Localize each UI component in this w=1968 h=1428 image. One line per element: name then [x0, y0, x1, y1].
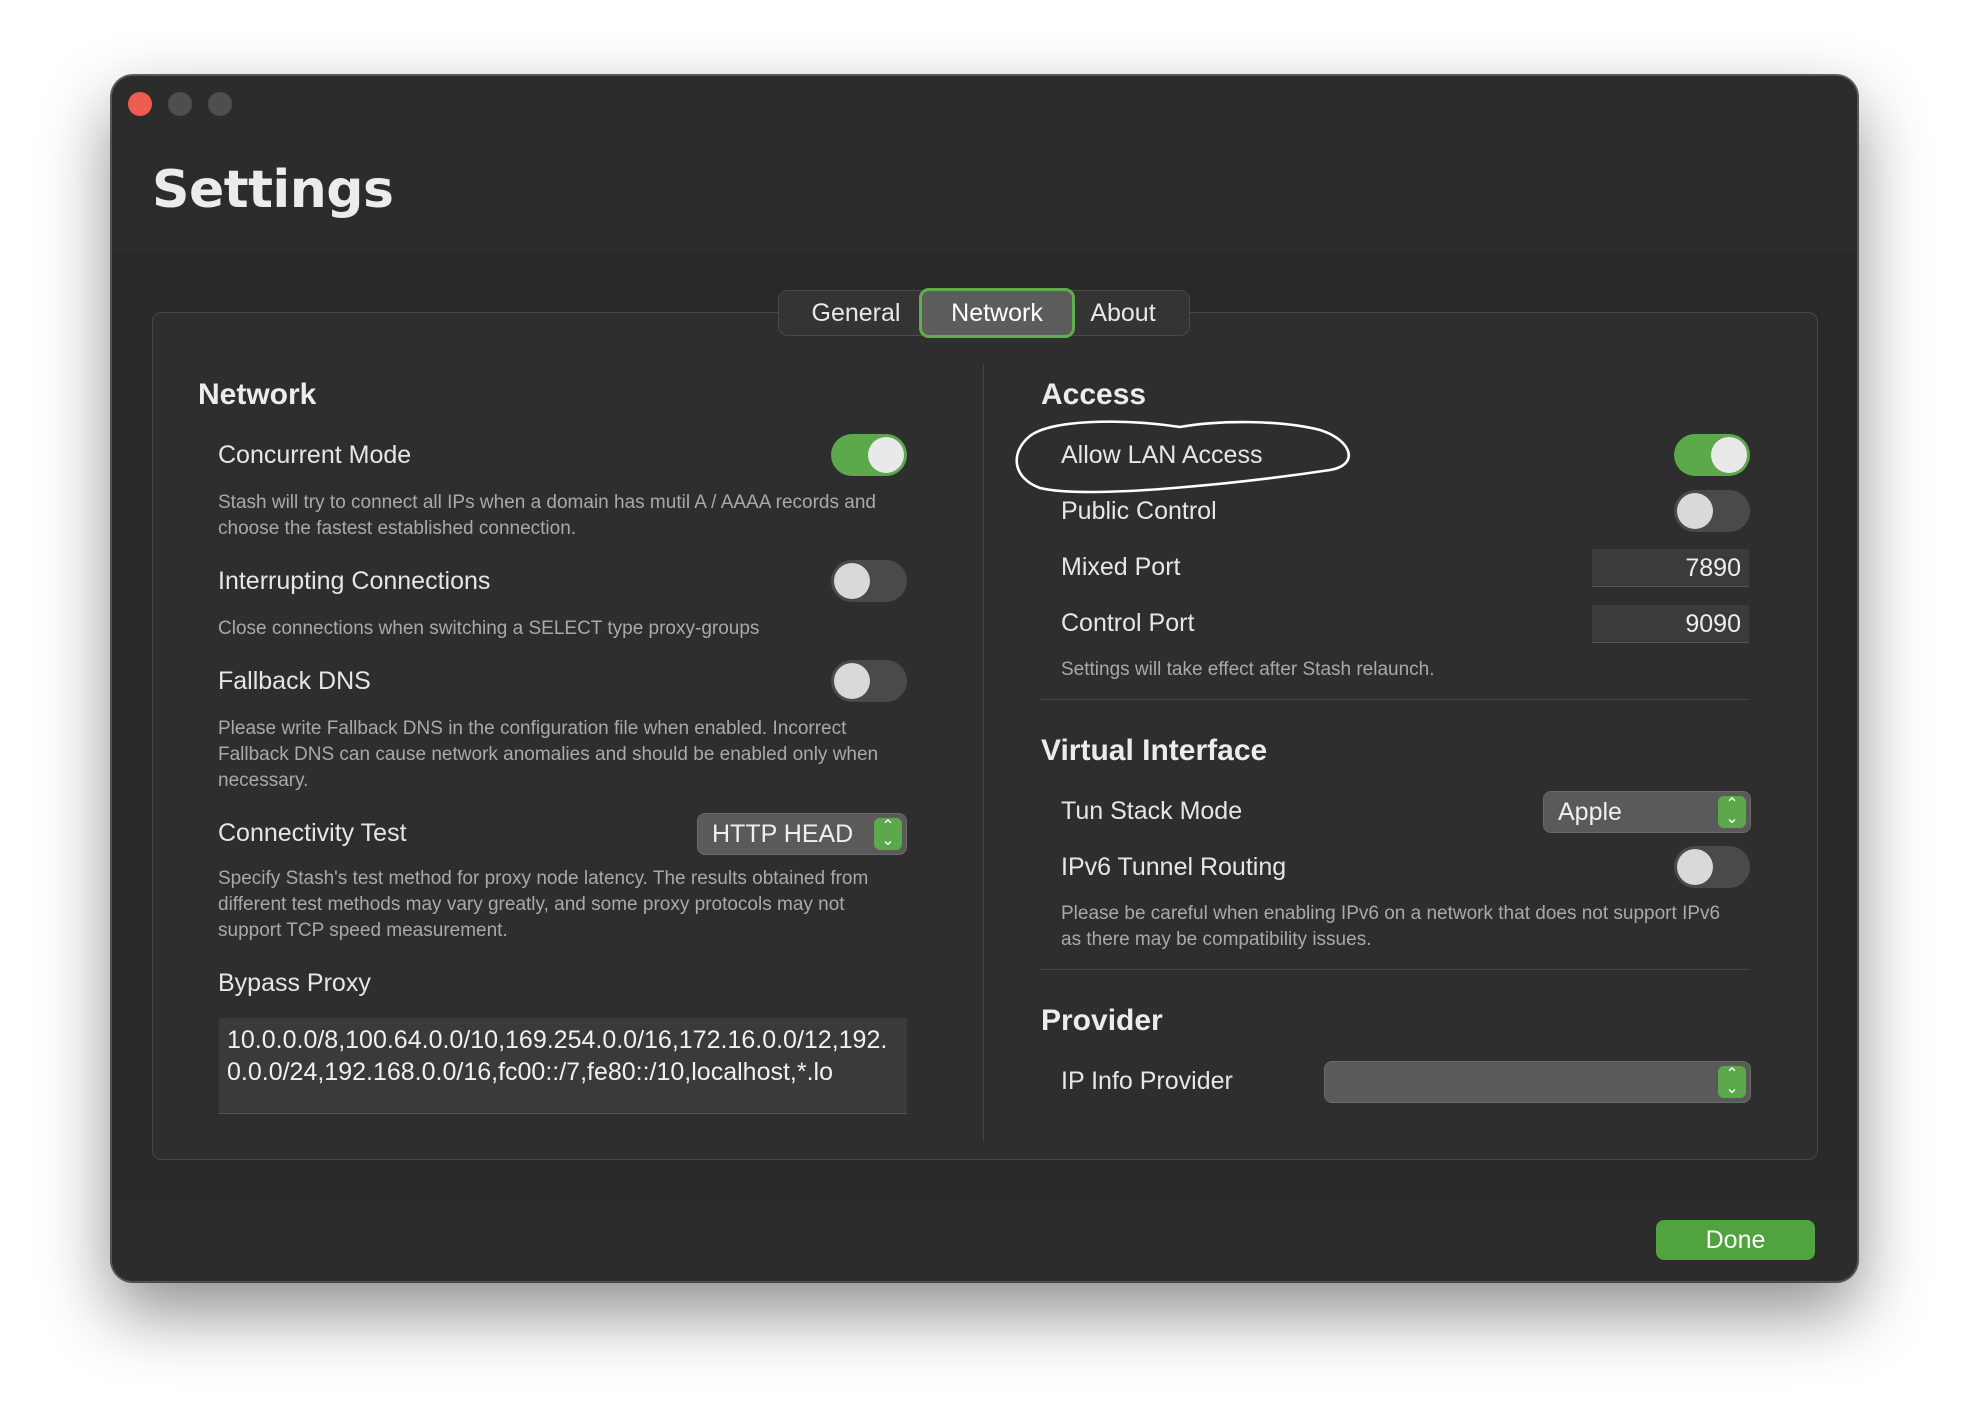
virtual-interface-description: Please be careful when enabling IPv6 on …: [1061, 903, 1721, 950]
mixed-port-label: Mixed Port: [1061, 553, 1181, 581]
interrupting-connections-label: Interrupting Connections: [218, 567, 491, 595]
toggle-knob: [1677, 849, 1713, 885]
access-note: Settings will take effect after Stash re…: [1061, 659, 1435, 680]
chevron-up-down-icon: ⌃ ⌄: [1718, 1066, 1746, 1098]
toggle-knob: [868, 437, 904, 473]
minimize-window-button[interactable]: [168, 92, 192, 116]
provider-section-title: Provider: [1041, 1004, 1163, 1037]
tun-stack-mode-value: Apple: [1558, 798, 1622, 826]
tun-stack-mode-label: Tun Stack Mode: [1061, 797, 1243, 825]
public-control-toggle[interactable]: [1674, 490, 1750, 532]
fallback-dns-label: Fallback DNS: [218, 667, 371, 695]
mixed-port-field[interactable]: 7890: [1592, 549, 1749, 587]
concurrent-mode-toggle[interactable]: [831, 434, 907, 476]
control-port-label: Control Port: [1061, 609, 1195, 637]
ip-info-provider-popup[interactable]: ⌃ ⌄: [1324, 1061, 1751, 1103]
allow-lan-access-label: Allow LAN Access: [1061, 441, 1263, 469]
tab-bar: General Network About: [778, 288, 1190, 338]
connectivity-test-description: Specify Stash's test method for proxy no…: [218, 868, 869, 941]
connectivity-test-popup[interactable]: HTTP HEAD ⌃ ⌄: [697, 813, 907, 855]
toggle-knob: [1677, 493, 1713, 529]
section-divider: [1041, 969, 1749, 970]
tab-network[interactable]: Network: [919, 288, 1075, 338]
allow-lan-access-toggle[interactable]: [1674, 434, 1750, 476]
zoom-window-button[interactable]: [208, 92, 232, 116]
fallback-dns-description: Please write Fallback DNS in the configu…: [218, 718, 879, 791]
interrupting-connections-description: Close connections when switching a SELEC…: [218, 618, 760, 639]
public-control-label: Public Control: [1061, 497, 1217, 525]
tun-stack-mode-popup[interactable]: Apple ⌃ ⌄: [1543, 791, 1751, 833]
virtual-interface-section-title: Virtual Interface: [1041, 734, 1268, 767]
connectivity-test-value: HTTP HEAD: [712, 820, 854, 848]
section-divider: [1041, 699, 1749, 700]
toggle-knob: [834, 563, 870, 599]
tab-general[interactable]: General: [797, 291, 915, 335]
control-port-field[interactable]: 9090: [1592, 605, 1749, 643]
page-title: Settings: [152, 160, 394, 220]
done-button[interactable]: Done: [1656, 1220, 1815, 1260]
tab-about[interactable]: About: [1075, 291, 1171, 335]
ip-info-provider-label: IP Info Provider: [1061, 1067, 1233, 1095]
bypass-proxy-textarea[interactable]: 10.0.0.0/8,100.64.0.0/10,169.254.0.0/16,…: [219, 1018, 907, 1114]
concurrent-mode-label: Concurrent Mode: [218, 441, 412, 469]
concurrent-mode-description: Stash will try to connect all IPs when a…: [218, 492, 876, 539]
connectivity-test-label: Connectivity Test: [218, 819, 407, 847]
access-section-title: Access: [1041, 378, 1147, 411]
interrupting-connections-toggle[interactable]: [831, 560, 907, 602]
network-section-title: Network: [198, 378, 317, 411]
ipv6-tunnel-routing-label: IPv6 Tunnel Routing: [1061, 853, 1287, 881]
chevron-up-down-icon: ⌃ ⌄: [874, 818, 902, 850]
ipv6-tunnel-routing-toggle[interactable]: [1674, 846, 1750, 888]
chevron-up-down-icon: ⌃ ⌄: [1718, 796, 1746, 828]
toggle-knob: [834, 663, 870, 699]
bypass-proxy-label: Bypass Proxy: [218, 969, 371, 997]
column-divider: [983, 364, 984, 1142]
close-window-button[interactable]: [128, 92, 152, 116]
toggle-knob: [1711, 437, 1747, 473]
fallback-dns-toggle[interactable]: [831, 660, 907, 702]
